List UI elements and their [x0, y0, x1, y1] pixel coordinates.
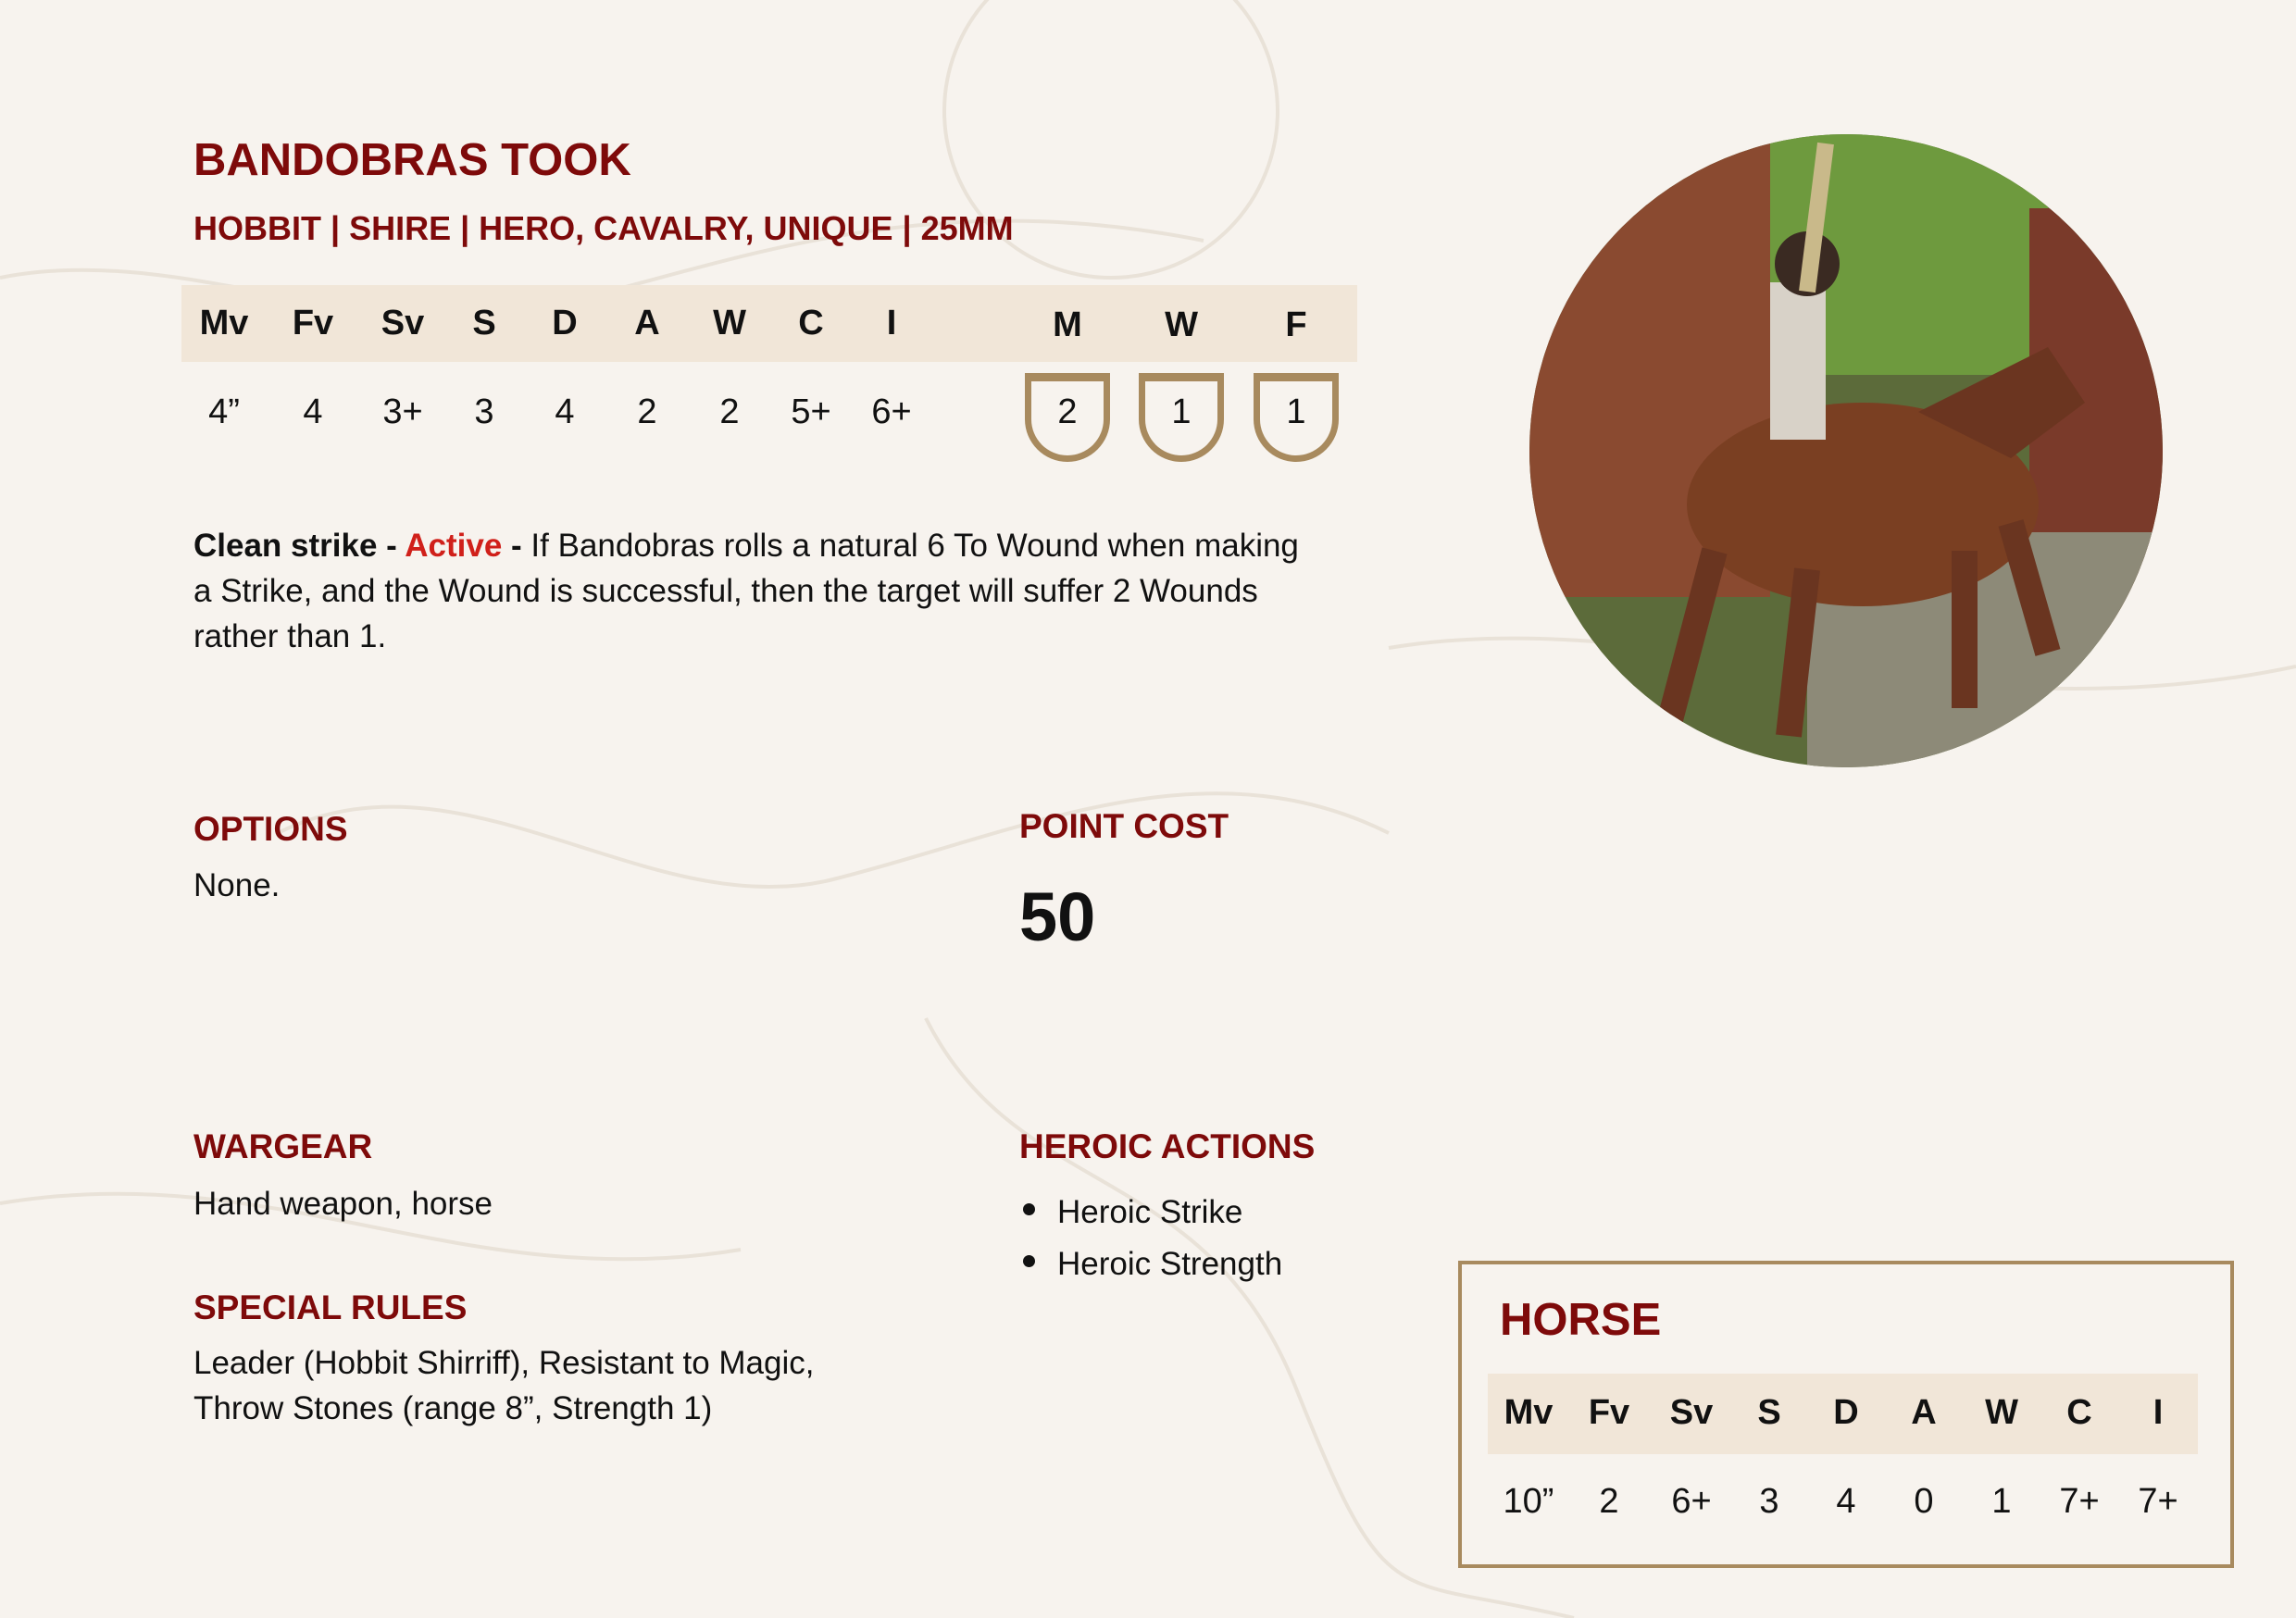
rule-type: Active [405, 528, 503, 564]
heroic-actions-heading: HEROIC ACTIONS [1019, 1127, 1316, 1165]
horse-stat-value: 7+ [2138, 1482, 2178, 1521]
hero-header: M [1053, 305, 1082, 344]
heroic-action-item: Heroic Strike [1019, 1187, 1282, 1238]
stat-header: Mv [199, 304, 249, 342]
point-cost-heading: POINT COST [1019, 807, 1229, 845]
horse-stat-header: I [2152, 1393, 2164, 1432]
stat-value: 4” [208, 392, 240, 431]
options-text: None. [193, 867, 281, 903]
rule-separator: - [377, 528, 406, 564]
hero-header: W [1165, 305, 1198, 344]
heroic-action-item: Heroic Strength [1019, 1238, 1282, 1290]
hero-header: F [1285, 305, 1307, 344]
profile-name: BANDOBRAS TOOK [193, 135, 631, 185]
point-cost-value: 50 [1019, 878, 1096, 955]
wargear-text: Hand weapon, horse [193, 1186, 493, 1222]
special-rules-heading: SPECIAL RULES [193, 1288, 468, 1326]
options-heading: OPTIONS [193, 810, 348, 848]
hero-value: 1 [1171, 392, 1192, 431]
stat-value: 6+ [871, 392, 912, 431]
wargear-heading: WARGEAR [193, 1127, 373, 1165]
horse-title: HORSE [1500, 1295, 1662, 1345]
stat-header: I [886, 304, 897, 342]
miniature-photo [1529, 134, 2163, 767]
stat-header: Fv [292, 304, 334, 342]
special-rule-clean-strike: Clean strike - Active - If Bandobras rol… [193, 523, 1323, 659]
heroic-actions-list: Heroic Strike Heroic Strength [1019, 1187, 1282, 1290]
hero-value: 2 [1057, 392, 1078, 431]
hero-value: 1 [1286, 392, 1306, 431]
stat-value: 4 [303, 392, 323, 431]
special-rules-text: Leader (Hobbit Shirriff), Resistant to M… [193, 1345, 815, 1426]
rule-name: Clean strike [193, 528, 378, 564]
rule-separator: - [502, 528, 531, 564]
profile-keywords: HOBBIT | SHIRE | HERO, CAVALRY, UNIQUE |… [193, 209, 1014, 247]
